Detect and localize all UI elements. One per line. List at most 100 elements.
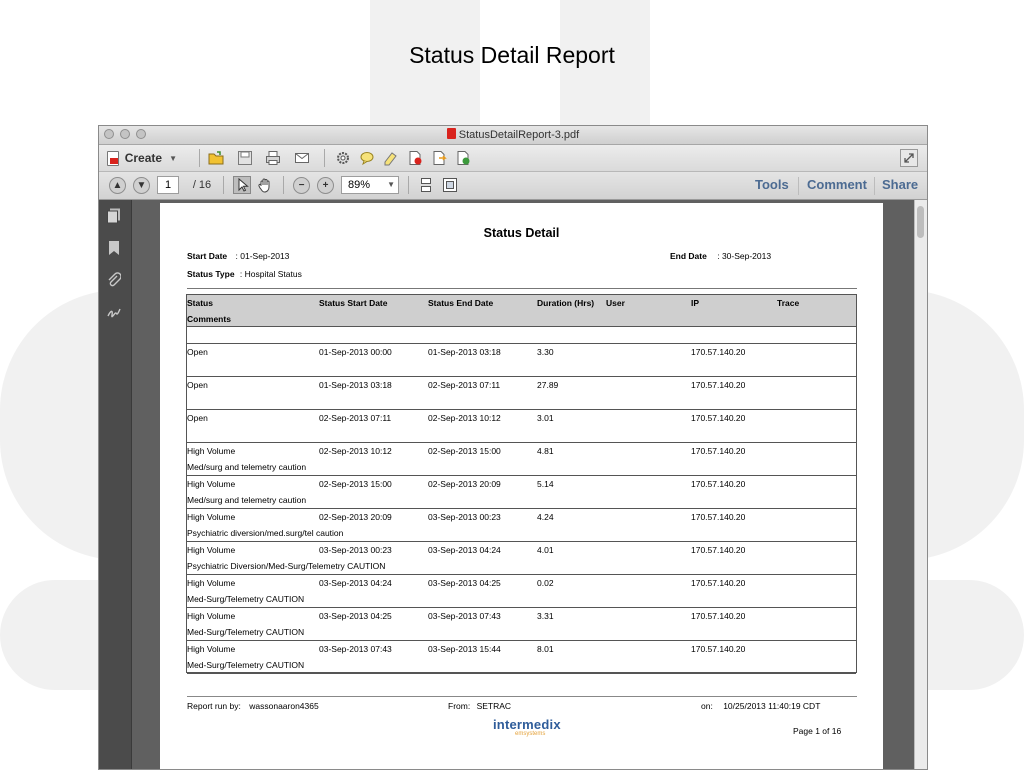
end-date-cell: 03-Sep-2013 07:43 xyxy=(428,611,501,621)
status-type-value: : Hospital Status xyxy=(239,269,302,279)
page-number-input[interactable]: 1 xyxy=(157,176,179,194)
scrolling-mode-icon[interactable] xyxy=(418,177,434,193)
share-button[interactable]: Share xyxy=(882,177,918,192)
hand-tool-icon[interactable] xyxy=(257,177,273,193)
title-bar: StatusDetailReport-3.pdf xyxy=(99,126,927,145)
minus-icon: − xyxy=(298,180,305,191)
table-row: High Volume 03-Sep-2013 00:23 03-Sep-2013 … xyxy=(187,542,856,575)
pdf-share-icon[interactable] xyxy=(455,150,471,166)
report-on: on: 10/25/2013 11:40:19 CDT xyxy=(701,701,820,711)
start-date-cell: 02-Sep-2013 10:12 xyxy=(319,446,392,456)
print-icon[interactable] xyxy=(265,150,281,166)
signature-icon[interactable] xyxy=(107,304,121,320)
start-date-cell: 02-Sep-2013 20:09 xyxy=(319,512,392,522)
comment-cell: Med/surg and telemetry caution xyxy=(187,462,307,472)
status-cell: High Volume xyxy=(187,512,236,522)
duration-cell: 5.14 xyxy=(537,479,554,489)
pdf-export-icon[interactable] xyxy=(407,150,423,166)
zoom-out-button[interactable]: − xyxy=(293,177,310,194)
column-comments: Comments xyxy=(187,314,231,324)
create-button[interactable]: Create ▼ xyxy=(107,149,177,167)
table-row: High Volume 03-Sep-2013 04:24 03-Sep-2013 … xyxy=(187,575,856,608)
column-status: Status xyxy=(187,298,213,308)
start-date-label: Start Date xyxy=(187,251,228,261)
select-pointer-icon[interactable] xyxy=(233,176,251,194)
status-cell: High Volume xyxy=(187,578,236,588)
previous-page-button[interactable]: ▲ xyxy=(109,177,126,194)
status-table: Status Status Start Date Status End Date… xyxy=(186,294,857,674)
main-toolbar: Create ▼ xyxy=(99,145,927,172)
start-date-cell: 03-Sep-2013 00:23 xyxy=(319,545,392,555)
column-trace: Trace xyxy=(777,298,800,308)
start-date-cell: 01-Sep-2013 03:18 xyxy=(319,380,392,390)
toolbar-divider xyxy=(223,176,224,194)
expand-icon[interactable] xyxy=(900,149,918,167)
arrow-up-icon: ▲ xyxy=(112,180,123,191)
email-icon[interactable] xyxy=(294,150,310,166)
emsystems-logo: emsystems xyxy=(515,731,546,737)
attachment-icon[interactable] xyxy=(107,272,122,288)
column-ip: IP xyxy=(691,298,700,308)
on-value: 10/25/2013 11:40:19 CDT xyxy=(723,701,821,711)
status-cell: High Volume xyxy=(187,545,236,555)
save-icon[interactable] xyxy=(237,150,253,166)
vertical-scrollbar[interactable] xyxy=(914,200,927,769)
window-title: StatusDetailReport-3.pdf xyxy=(99,128,927,141)
end-date: End Date : 30-Sep-2013 xyxy=(670,251,771,261)
left-navigation-pane xyxy=(99,200,132,769)
bookmark-icon[interactable] xyxy=(107,240,121,256)
scrollbar-thumb[interactable] xyxy=(917,206,924,238)
table-row: High Volume 02-Sep-2013 10:12 02-Sep-2013 … xyxy=(187,443,856,476)
end-date-cell: 03-Sep-2013 04:24 xyxy=(428,545,501,555)
toolbar-divider xyxy=(408,176,409,194)
pdf-file-icon xyxy=(446,128,456,139)
column-start-date: Status Start Date xyxy=(319,298,388,308)
table-row: Open 01-Sep-2013 03:18 02-Sep-2013 07:11 27… xyxy=(187,377,856,410)
ip-cell: 170.57.140.20 xyxy=(691,512,746,522)
comment-button[interactable]: Comment xyxy=(807,177,867,192)
start-date-cell: 02-Sep-2013 15:00 xyxy=(319,479,392,489)
footer-divider xyxy=(187,696,857,697)
status-cell: Open xyxy=(187,380,208,390)
gear-icon[interactable] xyxy=(335,150,351,166)
ip-cell: 170.57.140.20 xyxy=(691,644,746,654)
start-date-cell: 02-Sep-2013 07:11 xyxy=(319,413,392,423)
table-row: High Volume 02-Sep-2013 15:00 02-Sep-2013 … xyxy=(187,476,856,509)
report-from: From: SETRAC xyxy=(448,701,511,711)
status-cell: Open xyxy=(187,347,208,357)
open-folder-icon[interactable] xyxy=(208,150,224,166)
highlight-icon[interactable] xyxy=(383,150,399,166)
table-row: Open 01-Sep-2013 00:00 01-Sep-2013 03:18 3.… xyxy=(187,344,856,377)
chevron-down-icon: ▼ xyxy=(169,153,177,163)
create-icon xyxy=(107,150,119,166)
end-date-label: End Date xyxy=(670,251,707,261)
create-label: Create xyxy=(124,151,163,165)
start-date-cell: 03-Sep-2013 07:43 xyxy=(319,644,392,654)
column-duration: Duration (Hrs) xyxy=(537,298,595,308)
fit-page-icon[interactable] xyxy=(442,177,458,193)
start-date-cell: 01-Sep-2013 00:00 xyxy=(319,347,392,357)
tools-button[interactable]: Tools xyxy=(755,177,789,192)
end-date-cell: 02-Sep-2013 20:09 xyxy=(428,479,501,489)
duration-cell: 3.31 xyxy=(537,611,554,621)
end-date-cell: 03-Sep-2013 15:44 xyxy=(428,644,501,654)
pdf-combine-icon[interactable] xyxy=(431,150,447,166)
report-run-by: Report run by: wassonaaron4365 xyxy=(187,701,319,711)
page-thumbnails-icon[interactable] xyxy=(107,208,121,224)
table-row: High Volume 02-Sep-2013 20:09 03-Sep-2013 … xyxy=(187,509,856,542)
table-row: High Volume 03-Sep-2013 04:25 03-Sep-2013 … xyxy=(187,608,856,641)
zoom-select[interactable]: 89% ▼ xyxy=(341,176,399,194)
zoom-in-button[interactable]: + xyxy=(317,177,334,194)
start-date: Start Date : 01-Sep-2013 xyxy=(187,251,289,261)
status-type: Status Type : Hospital Status xyxy=(187,269,302,279)
comment-bubble-icon[interactable] xyxy=(359,150,375,166)
next-page-button[interactable]: ▼ xyxy=(133,177,150,194)
page-total: / 16 xyxy=(192,179,212,191)
navigation-toolbar: ▲ ▼ 1 / 16 − + 89% ▼ Tools Comment Share xyxy=(99,172,927,200)
intermedix-logo: intermedix xyxy=(493,717,561,732)
duration-cell: 4.24 xyxy=(537,512,554,522)
comment-cell: Psychiatric diversion/med.surg/tel cauti… xyxy=(187,528,344,538)
toolbar-divider xyxy=(199,149,200,167)
arrow-down-icon: ▼ xyxy=(136,180,147,191)
duration-cell: 27.89 xyxy=(537,380,559,390)
